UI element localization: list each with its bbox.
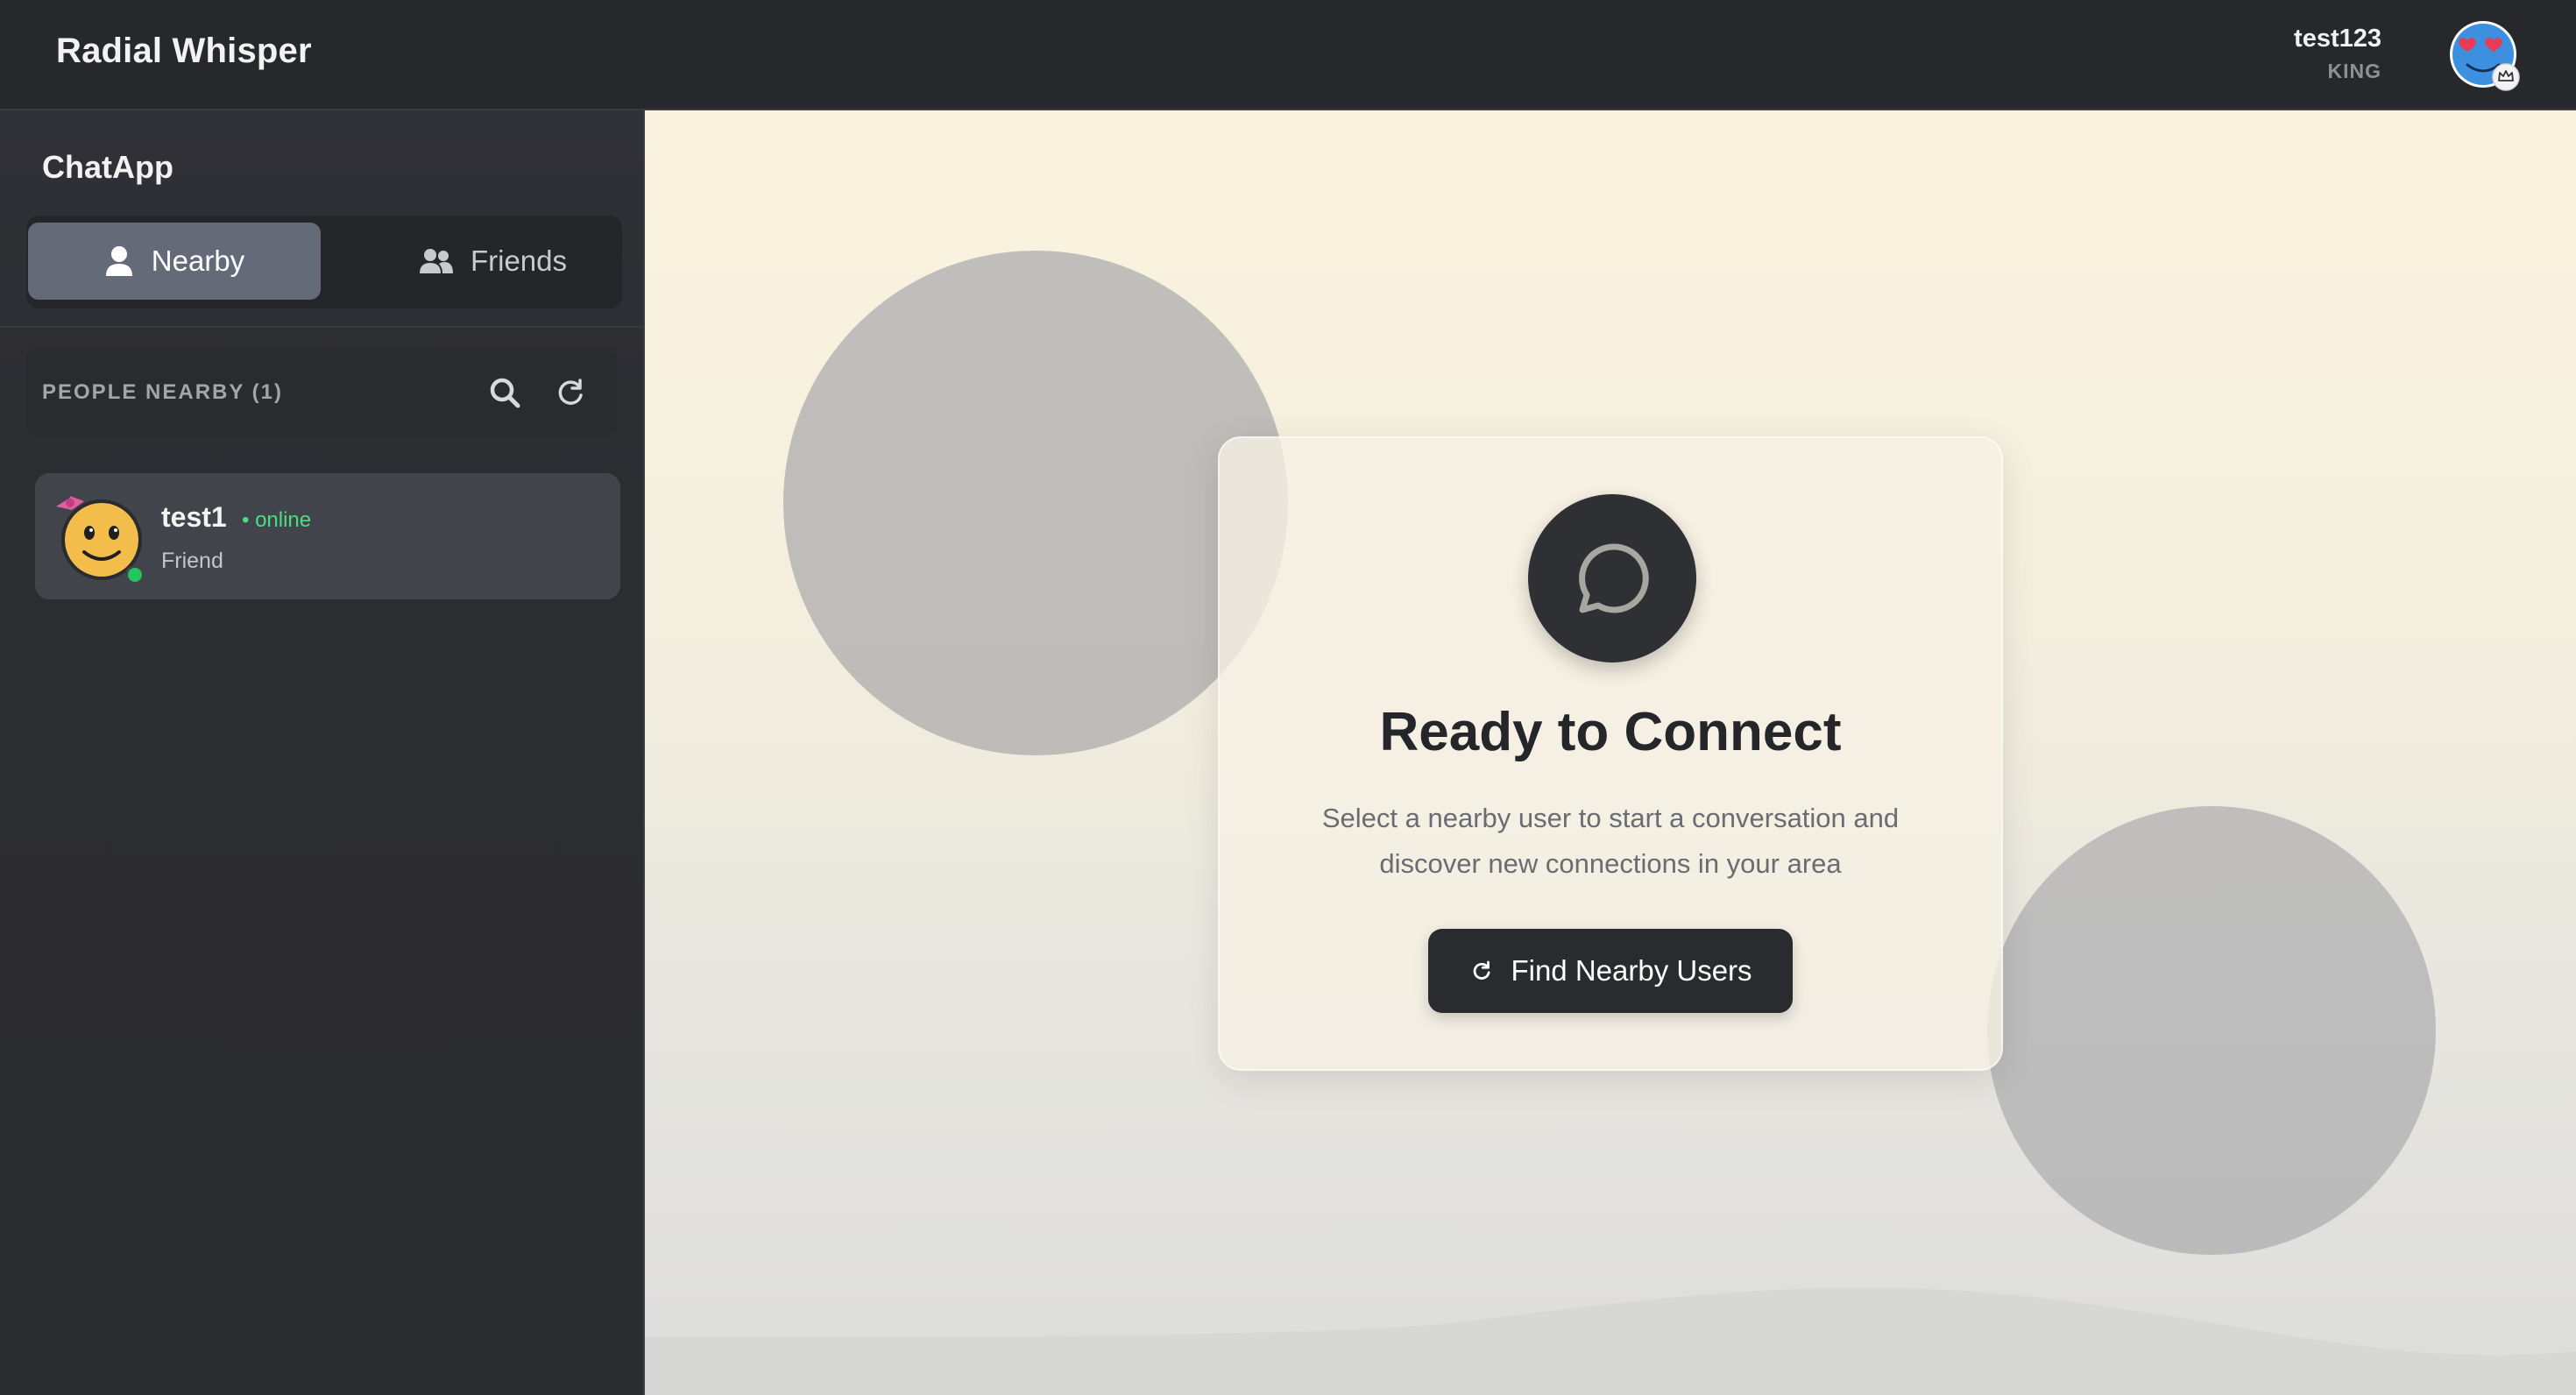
welcome-title: Ready to Connect bbox=[1379, 702, 1842, 762]
sidebar-divider bbox=[0, 326, 643, 328]
tab-nearby[interactable]: Nearby bbox=[28, 223, 321, 300]
sidebar-title: ChatApp bbox=[42, 149, 173, 185]
sidebar: ChatApp Nearby Friends PEOPLE NEARBY (1) bbox=[0, 110, 645, 1395]
refresh-icon[interactable] bbox=[550, 372, 592, 414]
refresh-icon bbox=[1474, 960, 1490, 980]
app-title: Radial Whisper bbox=[56, 32, 312, 70]
smiley-bow-icon bbox=[56, 496, 145, 584]
tab-switcher: Nearby Friends bbox=[26, 216, 622, 308]
search-icon[interactable] bbox=[484, 372, 526, 414]
welcome-description: Select a nearby user to start a conversa… bbox=[1321, 803, 1900, 879]
heart-eyes-face-icon[interactable] bbox=[2448, 19, 2522, 93]
users-icon bbox=[419, 249, 453, 273]
user-icon bbox=[105, 246, 132, 276]
chat-bubble-icon bbox=[1579, 543, 1649, 613]
find-nearby-users-label: Find Nearby Users bbox=[1511, 954, 1752, 987]
chat-icon-circle bbox=[1528, 494, 1696, 662]
find-nearby-users-button[interactable]: Find Nearby Users bbox=[1428, 929, 1793, 1013]
user-name: test1 bbox=[161, 501, 227, 533]
decor-circle bbox=[783, 251, 1288, 755]
people-nearby-label: PEOPLE NEARBY (1) bbox=[42, 380, 283, 404]
people-nearby-header: PEOPLE NEARBY (1) bbox=[26, 349, 617, 436]
decor-wave bbox=[645, 1287, 2576, 1395]
current-user-rank: KING bbox=[2327, 60, 2381, 82]
main-panel: Ready to Connect Select a nearby user to… bbox=[645, 110, 2576, 1395]
welcome-card: Ready to Connect Select a nearby user to… bbox=[1218, 436, 2003, 1071]
decor-circle bbox=[1987, 806, 2436, 1255]
tab-friends[interactable]: Friends bbox=[347, 223, 640, 300]
current-user-name: test123 bbox=[2294, 25, 2381, 53]
user-relation: Friend bbox=[161, 549, 223, 573]
tab-friends-label: Friends bbox=[470, 244, 568, 277]
top-bar: Radial Whisper test123 KING bbox=[0, 0, 2576, 110]
list-item[interactable]: test1 • online Friend bbox=[35, 473, 620, 599]
tab-nearby-label: Nearby bbox=[151, 244, 245, 277]
online-status: • online bbox=[242, 508, 312, 532]
